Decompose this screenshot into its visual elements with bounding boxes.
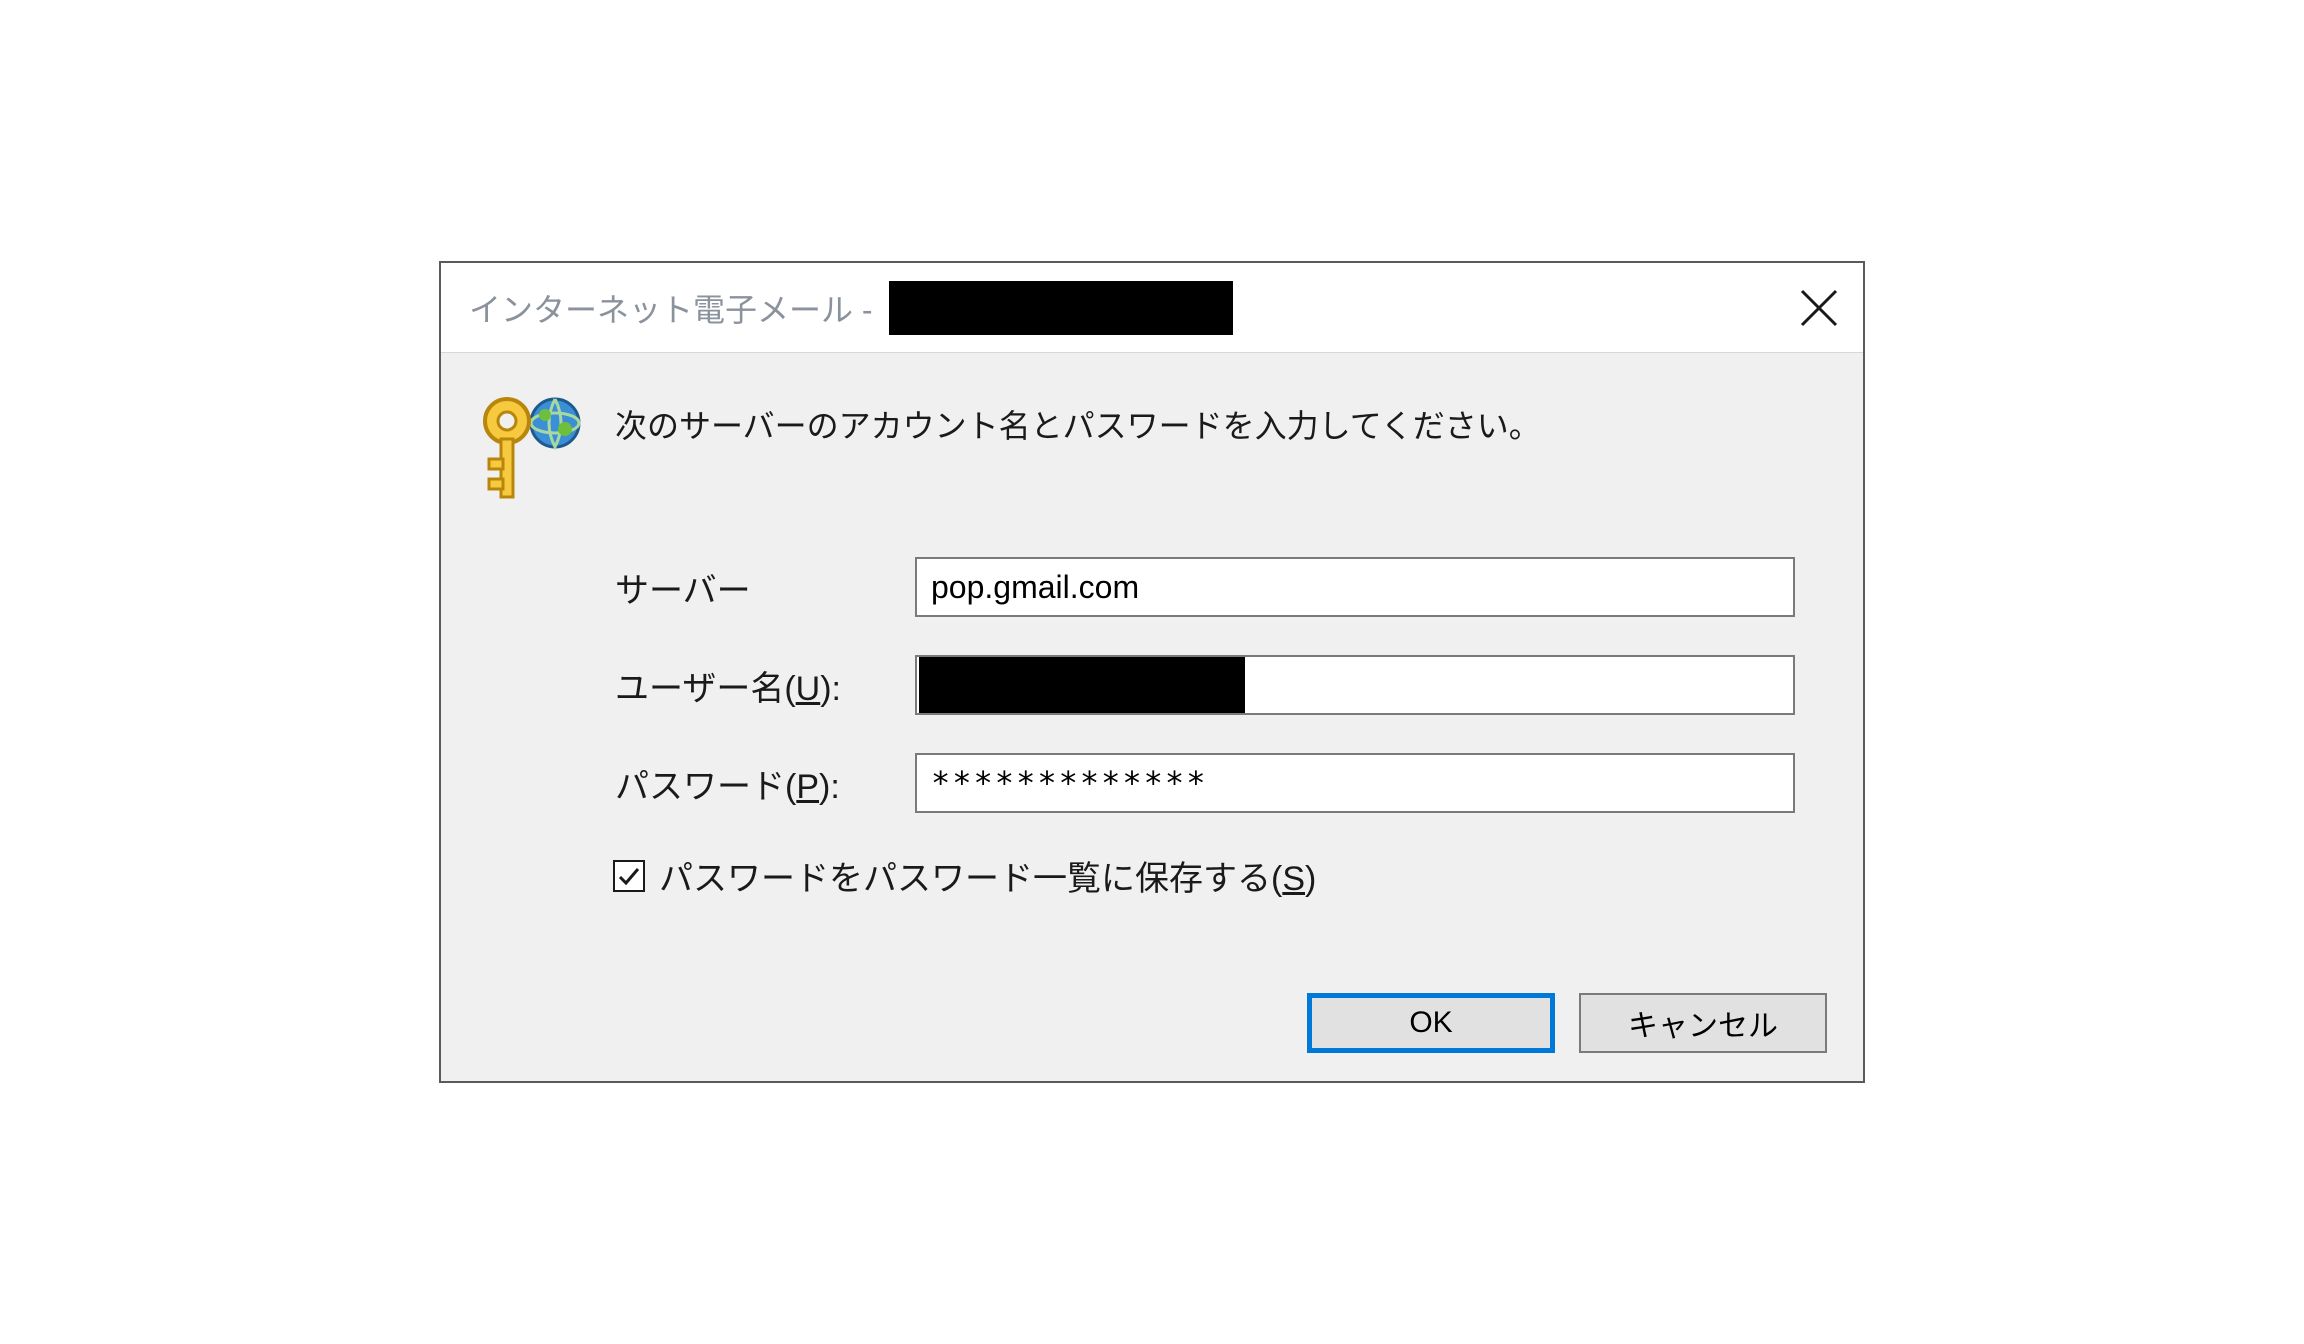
save-password-label: パスワードをパスワード一覧に保存する(S) (659, 851, 1316, 900)
password-input[interactable] (915, 753, 1795, 813)
password-label: パスワード(P): (615, 759, 915, 808)
key-globe-icon (477, 387, 587, 507)
close-button[interactable] (1789, 278, 1849, 338)
credentials-dialog: インターネット電子メール - (439, 261, 1865, 1083)
title-redacted-block (889, 281, 1233, 335)
save-password-checkbox[interactable] (613, 860, 645, 892)
close-icon (1798, 287, 1840, 329)
dialog-content: 次のサーバーのアカウント名とパスワードを入力してください。 サーバー ユーザー名… (441, 353, 1863, 1081)
username-input[interactable] (915, 655, 1795, 715)
dialog-title: インターネット電子メール - (469, 285, 881, 331)
titlebar: インターネット電子メール - (441, 263, 1863, 353)
cancel-button[interactable]: キャンセル (1579, 993, 1827, 1053)
checkmark-icon (617, 864, 641, 888)
server-label: サーバー (615, 563, 915, 612)
server-input[interactable] (915, 557, 1795, 617)
instruction-text: 次のサーバーのアカウント名とパスワードを入力してください。 (615, 401, 1541, 447)
username-label: ユーザー名(U): (615, 661, 915, 710)
ok-button[interactable]: OK (1307, 993, 1555, 1053)
username-redacted-block (919, 657, 1245, 713)
